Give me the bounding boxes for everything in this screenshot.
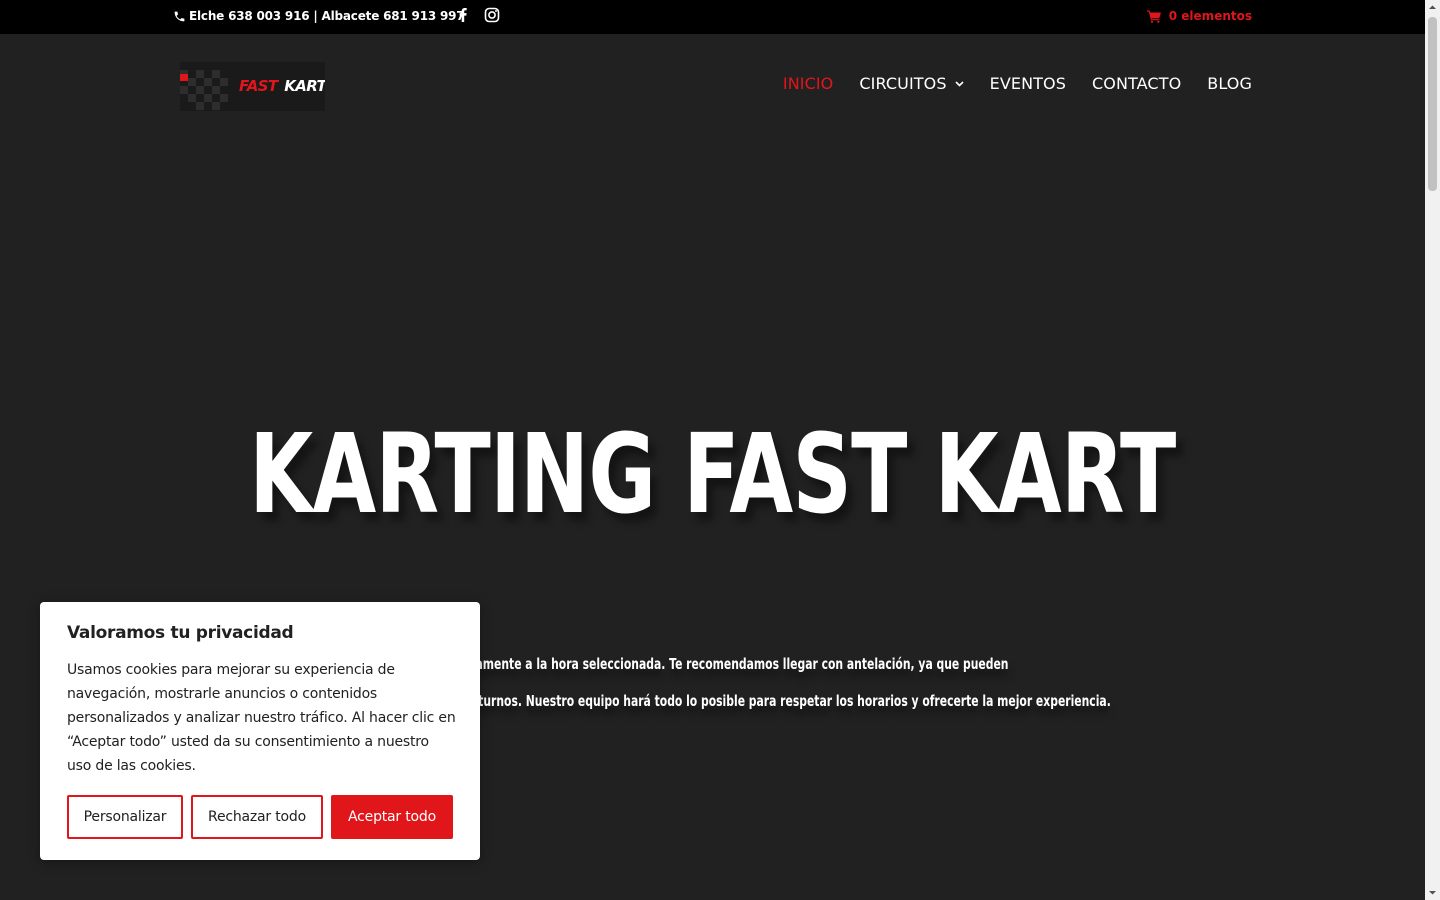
accept-all-button[interactable]: Aceptar todo bbox=[331, 795, 453, 839]
scroll-up-arrow-icon[interactable] bbox=[1425, 0, 1440, 15]
scrollbar[interactable] bbox=[1425, 0, 1440, 900]
logo-fast: FAST bbox=[239, 77, 280, 95]
cart-link[interactable]: 0 elementos bbox=[1146, 9, 1252, 23]
cart-icon bbox=[1146, 10, 1161, 23]
nav-item-circuitos[interactable]: CIRCUITOS bbox=[859, 74, 964, 93]
contact-phones: Elche 638 003 916 | Albacete 681 913 997 bbox=[189, 9, 465, 23]
customize-button[interactable]: Personalizar bbox=[67, 795, 183, 839]
nav-item-eventos[interactable]: EVENTOS bbox=[990, 74, 1066, 93]
svg-text:FAST KART: FAST KART bbox=[239, 77, 325, 95]
page: Elche 638 003 916 | Albacete 681 913 997… bbox=[0, 0, 1425, 900]
fast-kart-logo[interactable]: FAST KART bbox=[180, 62, 325, 111]
instagram-icon[interactable] bbox=[484, 7, 500, 23]
nav-item-label: BLOG bbox=[1207, 74, 1252, 93]
cookie-consent-banner: Valoramos tu privacidad Usamos cookies p… bbox=[40, 602, 480, 860]
nav-item-label: CIRCUITOS bbox=[859, 74, 947, 93]
nav-item-blog[interactable]: BLOG bbox=[1207, 74, 1252, 93]
cookie-title: Valoramos tu privacidad bbox=[67, 623, 294, 643]
contact-info: Elche 638 003 916 | Albacete 681 913 997 bbox=[173, 9, 465, 23]
logo-kart: KART bbox=[284, 77, 325, 95]
reject-all-button[interactable]: Rechazar todo bbox=[191, 795, 323, 839]
facebook-icon[interactable] bbox=[455, 7, 471, 23]
scroll-down-arrow-icon[interactable] bbox=[1425, 885, 1440, 900]
nav-item-label: CONTACTO bbox=[1092, 74, 1182, 93]
phone-icon bbox=[174, 11, 185, 21]
cart-count: 0 elementos bbox=[1168, 9, 1252, 23]
hero-title: KARTING FAST KART bbox=[249, 410, 1176, 538]
main-nav: INICIO CIRCUITOS EVENTOS CONTACTO BLOG bbox=[783, 74, 1252, 93]
nav-item-label: EVENTOS bbox=[989, 74, 1066, 93]
cookie-description: Usamos cookies para mejorar su experienc… bbox=[67, 662, 456, 774]
chevron-down-icon bbox=[955, 80, 964, 87]
nav-item-inicio[interactable]: INICIO bbox=[783, 74, 834, 93]
nav-item-contacto[interactable]: CONTACTO bbox=[1092, 74, 1181, 93]
nav-item-label: INICIO bbox=[782, 74, 834, 93]
scrollbar-thumb[interactable] bbox=[1428, 17, 1437, 191]
top-bar: Elche 638 003 916 | Albacete 681 913 997… bbox=[0, 0, 1425, 34]
